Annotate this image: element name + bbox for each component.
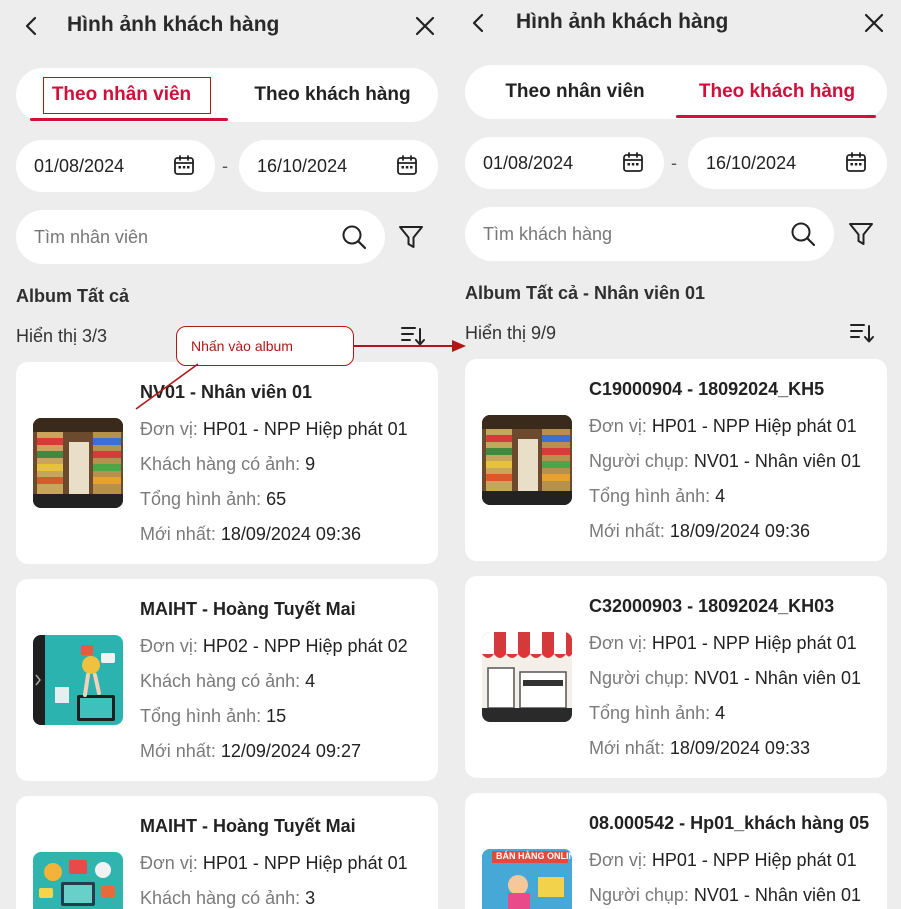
filter-icon[interactable] [398, 224, 424, 250]
card-total-images: Tổng hình ảnh: 4 [589, 703, 726, 723]
card-latest: Mới nhất: 18/09/2024 09:36 [140, 524, 361, 544]
card-total-images: Tổng hình ảnh: 4 [589, 486, 726, 506]
card-latest: Mới nhất: 12/09/2024 09:27 [140, 741, 361, 761]
close-icon[interactable] [413, 14, 437, 38]
date-to-field[interactable]: 16/10/2024 [688, 137, 887, 189]
customer-album-card[interactable]: C19000904 - 18092024_KH5 Đơn vị: HP01 - … [465, 359, 887, 561]
date-from-field[interactable]: 01/08/2024 [16, 140, 215, 192]
customer-album-card[interactable]: C32000903 - 18092024_KH03 Đơn vị: HP01 -… [465, 576, 887, 778]
search-icon[interactable] [790, 221, 816, 247]
card-latest: Mới nhất: 18/09/2024 09:36 [589, 521, 810, 541]
annotation-callout: Nhấn vào album [176, 326, 354, 366]
back-icon[interactable] [20, 14, 44, 38]
search-input[interactable] [34, 210, 324, 264]
card-unit: Đơn vị: HP01 - NPP Hiệp phát 01 [140, 419, 408, 439]
filter-icon[interactable] [848, 221, 874, 247]
tab-by-customer[interactable]: Theo khách hàng [667, 65, 887, 119]
right-screen: Hình ảnh khách hàng Theo nhân viên Theo … [452, 0, 901, 909]
card-photographer: Người chụp: NV01 - Nhân viên 01 [589, 668, 862, 688]
card-title: NV01 - Nhân viên 01 [140, 382, 313, 402]
search-box [16, 210, 385, 264]
card-customers-with-photos: Khách hàng có ảnh: 3 [140, 888, 316, 908]
tab-bar: Theo nhân viên Theo khách hàng [465, 65, 887, 119]
date-from-value: 01/08/2024 [34, 156, 125, 176]
album-card[interactable]: MAIHT - Hoàng Tuyết Mai Đơn vị: HP01 - N… [16, 796, 438, 909]
date-separator: - [222, 156, 228, 176]
thumbnail-caption: BÁN HÀNG ONLINE [496, 851, 572, 861]
online-store-thumbnail: BÁN HÀNG ONLINE [482, 849, 572, 909]
header: Hình ảnh khách hàng [452, 0, 901, 52]
card-title: C19000904 - 18092024_KH5 [589, 379, 825, 399]
back-icon[interactable] [467, 11, 491, 35]
date-to-value: 16/10/2024 [257, 156, 348, 176]
album-card[interactable]: MAIHT - Hoàng Tuyết Mai Đơn vị: HP02 - N… [16, 579, 438, 781]
calendar-icon [623, 152, 643, 172]
card-unit: Đơn vị: HP01 - NPP Hiệp phát 01 [589, 850, 857, 870]
search-input[interactable] [483, 207, 773, 261]
left-screen: Hình ảnh khách hàng Theo nhân viên Theo … [0, 0, 452, 909]
calendar-icon [174, 155, 194, 175]
card-title: 08.000542 - Hp01_khách hàng 05 [589, 813, 870, 833]
date-to-value: 16/10/2024 [706, 153, 797, 173]
sort-icon[interactable] [850, 322, 874, 344]
card-title: MAIHT - Hoàng Tuyết Mai [140, 816, 356, 836]
page-title: Hình ảnh khách hàng [516, 10, 729, 33]
result-count: Hiển thị 3/3 [16, 326, 108, 346]
card-title: MAIHT - Hoàng Tuyết Mai [140, 599, 356, 619]
date-from-field[interactable]: 01/08/2024 [465, 137, 664, 189]
calendar-icon [846, 152, 866, 172]
date-from-value: 01/08/2024 [483, 153, 574, 173]
album-card[interactable]: NV01 - Nhân viên 01 Đơn vị: HP01 - NPP H… [16, 362, 438, 564]
online-shopping-thumbnail [33, 635, 123, 725]
card-unit: Đơn vị: HP01 - NPP Hiệp phát 01 [589, 633, 857, 653]
store-thumbnail [33, 418, 123, 508]
storefront-thumbnail [482, 632, 572, 722]
card-latest: Mới nhất: 18/09/2024 09:33 [589, 738, 810, 758]
result-count: Hiển thị 9/9 [465, 323, 557, 343]
card-total-images: Tổng hình ảnh: 15 [140, 706, 287, 726]
close-icon[interactable] [862, 11, 886, 35]
album-title: Album Tất cả [16, 286, 130, 306]
tab-by-employee[interactable]: Theo nhân viên [465, 65, 685, 119]
annotation-highlight-box [43, 77, 211, 114]
tab-by-customer[interactable]: Theo khách hàng [227, 68, 438, 122]
card-total-images: Tổng hình ảnh: 65 [140, 489, 287, 509]
card-photographer: Người chụp: NV01 - Nhân viên 01 [589, 451, 862, 471]
date-to-field[interactable]: 16/10/2024 [239, 140, 438, 192]
page-title: Hình ảnh khách hàng [67, 13, 280, 36]
callout-text: Nhấn vào album [191, 338, 293, 354]
card-unit: Đơn vị: HP01 - NPP Hiệp phát 01 [589, 416, 857, 436]
search-box [465, 207, 834, 261]
card-customers-with-photos: Khách hàng có ảnh: 4 [140, 671, 316, 691]
header: Hình ảnh khách hàng [0, 0, 452, 52]
search-icon[interactable] [341, 224, 367, 250]
marketing-thumbnail [33, 852, 123, 909]
card-unit: Đơn vị: HP02 - NPP Hiệp phát 02 [140, 636, 408, 656]
calendar-icon [397, 155, 417, 175]
active-tab-indicator [676, 115, 876, 118]
customer-album-card[interactable]: BÁN HÀNG ONLINE 08.000542 - Hp01_khách h… [465, 793, 887, 909]
card-title: C32000903 - 18092024_KH03 [589, 596, 835, 616]
sort-icon[interactable] [401, 325, 425, 347]
album-title: Album Tất cả - Nhân viên 01 [465, 283, 706, 303]
store-thumbnail [482, 415, 572, 505]
card-photographer: Người chụp: NV01 - Nhân viên 01 [589, 885, 862, 905]
card-customers-with-photos: Khách hàng có ảnh: 9 [140, 454, 316, 474]
active-tab-indicator [30, 118, 228, 121]
date-separator: - [671, 153, 677, 173]
card-unit: Đơn vị: HP01 - NPP Hiệp phát 01 [140, 853, 408, 873]
